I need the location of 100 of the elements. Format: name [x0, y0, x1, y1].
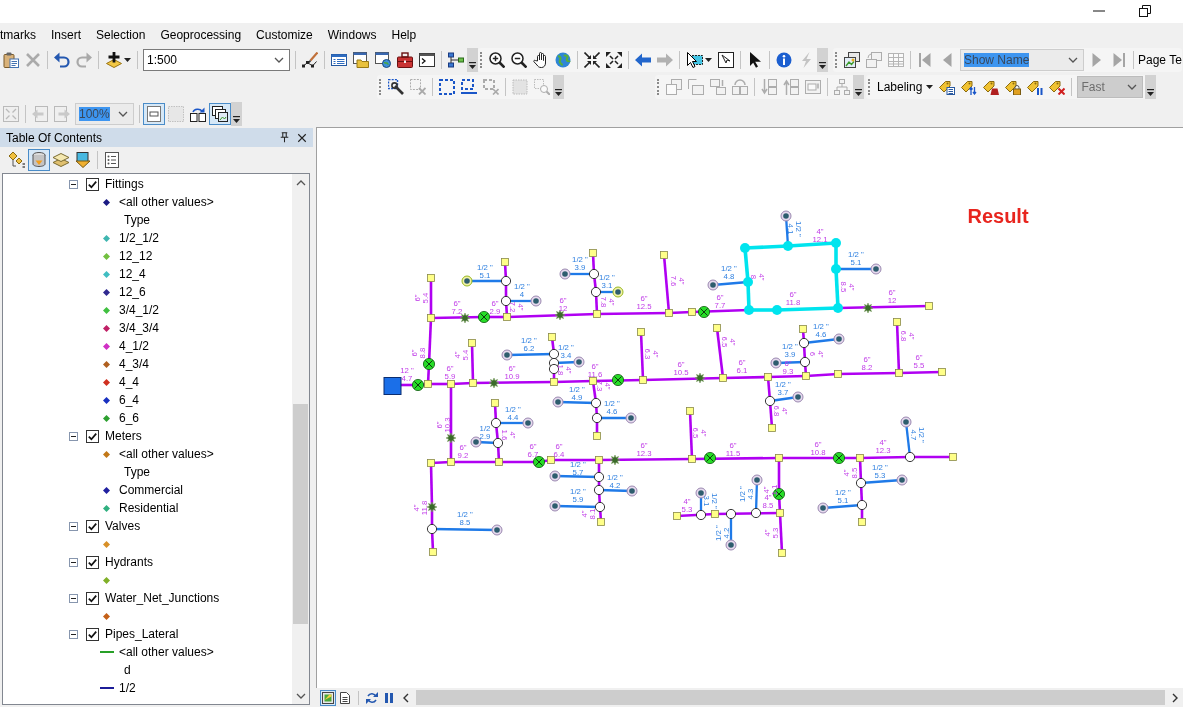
starburst-icon — [426, 501, 438, 513]
toolbar-menu[interactable]: Labeling — [874, 75, 937, 98]
outward-arrows-button[interactable] — [603, 49, 625, 71]
ringed-dot-icon — [833, 333, 845, 345]
page-arrows-icon — [3, 105, 19, 122]
dashed-square-cross-icon — [410, 78, 426, 95]
layer-name[interactable]: Hydrants — [105, 555, 154, 569]
layer-name[interactable]: Water_Net_Junctions — [105, 591, 220, 605]
database-arrow-icon — [31, 152, 47, 168]
window-folder-button[interactable] — [350, 49, 372, 71]
list-options-icon — [104, 152, 120, 168]
tag-bars-icon — [1027, 78, 1044, 95]
legend-label: 4_3/4 — [119, 357, 150, 371]
outward-arrows-icon — [606, 52, 622, 68]
checkbox[interactable] — [86, 519, 99, 533]
layer-name[interactable]: Meters — [105, 429, 142, 443]
toolbar-options-button[interactable] — [467, 48, 478, 72]
ringed-dot-icon — [900, 416, 912, 428]
ringed-dot-icon — [817, 502, 829, 514]
square-marker-icon — [593, 310, 601, 318]
scroll-thumb[interactable] — [293, 404, 308, 624]
ringed-dot-icon — [461, 275, 473, 287]
pencil-nodes-button[interactable] — [299, 49, 321, 71]
pages-arrow-icon — [190, 105, 206, 122]
layer-name[interactable]: Pipes_Lateral — [105, 627, 179, 641]
toolbar-options-button[interactable] — [853, 74, 864, 99]
toolbar-grip[interactable] — [835, 52, 839, 68]
legend-label: 1/2 — [119, 681, 136, 695]
view-tab[interactable] — [337, 689, 353, 706]
zoom-out-button[interactable] — [508, 49, 530, 71]
windows-arrow-icon — [866, 52, 882, 68]
page-icon — [339, 691, 351, 704]
toolbar-grip[interactable] — [379, 78, 383, 95]
square-marker-icon — [589, 377, 597, 385]
ringed-dot-icon — [751, 474, 763, 486]
toolbar-grip[interactable] — [868, 78, 872, 95]
minus-box-icon[interactable] — [69, 431, 78, 441]
dropdown-field[interactable]: 1:500 — [143, 49, 290, 71]
square-cursor-button[interactable] — [715, 49, 737, 71]
menu-item[interactable]: Geoprocessing — [160, 28, 242, 42]
checkbox[interactable] — [86, 555, 99, 569]
ringed-dot-icon — [725, 539, 737, 551]
diamond-tree-icon — [9, 152, 25, 168]
menu-item[interactable]: Insert — [51, 28, 81, 42]
toolbar-grip[interactable] — [480, 52, 484, 68]
toolbar-grip[interactable] — [657, 78, 661, 95]
menu-item[interactable]: Help — [391, 28, 417, 42]
minus-box-icon[interactable] — [69, 629, 78, 639]
ringed-dot-icon — [792, 391, 804, 403]
checkbox[interactable] — [86, 177, 99, 191]
vertical-scrollbar[interactable] — [292, 174, 309, 704]
legend-label: 12_4 — [119, 267, 146, 281]
hollow-circle-icon — [490, 417, 502, 429]
hollow-circle-icon — [594, 501, 606, 513]
window-globe-button[interactable] — [372, 49, 394, 71]
checkbox[interactable] — [86, 429, 99, 443]
zoom-in-button[interactable] — [486, 49, 508, 71]
dotted-page-icon — [168, 105, 184, 122]
checkbox[interactable] — [86, 591, 99, 605]
toolbar-options-button[interactable] — [1145, 74, 1157, 99]
toolbar-options-button[interactable] — [817, 48, 828, 72]
dot-icon — [783, 241, 793, 251]
square-marker-icon — [686, 407, 694, 415]
square-marker-icon — [469, 379, 477, 387]
view-tab[interactable] — [320, 689, 336, 706]
hollow-circle-icon — [426, 523, 438, 535]
layer-name[interactable]: Valves — [105, 519, 141, 533]
legend-label: Commercial — [119, 483, 183, 497]
checkbox[interactable] — [86, 627, 99, 641]
large-square-icon — [383, 377, 402, 395]
square-marker-icon — [424, 380, 432, 388]
ringed-dot-icon — [549, 470, 561, 482]
stacked-windows-button[interactable] — [841, 49, 863, 71]
flowchart-button[interactable] — [445, 49, 467, 71]
square-marker-icon — [427, 459, 435, 467]
horizontal-scrollbar[interactable] — [416, 690, 1165, 705]
menu-item[interactable]: Windows — [327, 28, 377, 42]
inward-arrows-button[interactable] — [581, 49, 603, 71]
toolbar-label[interactable]: Page Te — [1137, 53, 1182, 67]
square-marker-icon — [768, 424, 776, 432]
last-page-icon — [1111, 52, 1127, 68]
legend-label: 1/2_1/2 — [119, 231, 160, 245]
minus-box-icon[interactable] — [69, 557, 78, 567]
minus-box-icon[interactable] — [69, 521, 78, 531]
stacked-frames-button[interactable] — [209, 102, 231, 125]
minus-box-icon[interactable] — [69, 179, 78, 189]
menu-item[interactable]: tmarks — [0, 28, 36, 42]
toolbox-button[interactable] — [394, 49, 416, 71]
menu-item[interactable]: Customize — [256, 28, 313, 42]
menu-item[interactable]: Selection — [96, 28, 146, 42]
dashed-square-bar-icon — [461, 78, 477, 95]
minus-box-icon[interactable] — [69, 593, 78, 603]
toolbar-options-button[interactable] — [231, 101, 242, 126]
page-minus-button[interactable] — [143, 102, 165, 125]
ringed-dot-icon — [552, 396, 564, 408]
legend-label: 12_12 — [119, 249, 153, 263]
chevron-right-icon — [1172, 692, 1178, 703]
layer-name[interactable]: Fittings — [105, 177, 144, 191]
stacked-frames-icon — [212, 105, 228, 122]
toolbar-options-button[interactable] — [553, 74, 564, 99]
